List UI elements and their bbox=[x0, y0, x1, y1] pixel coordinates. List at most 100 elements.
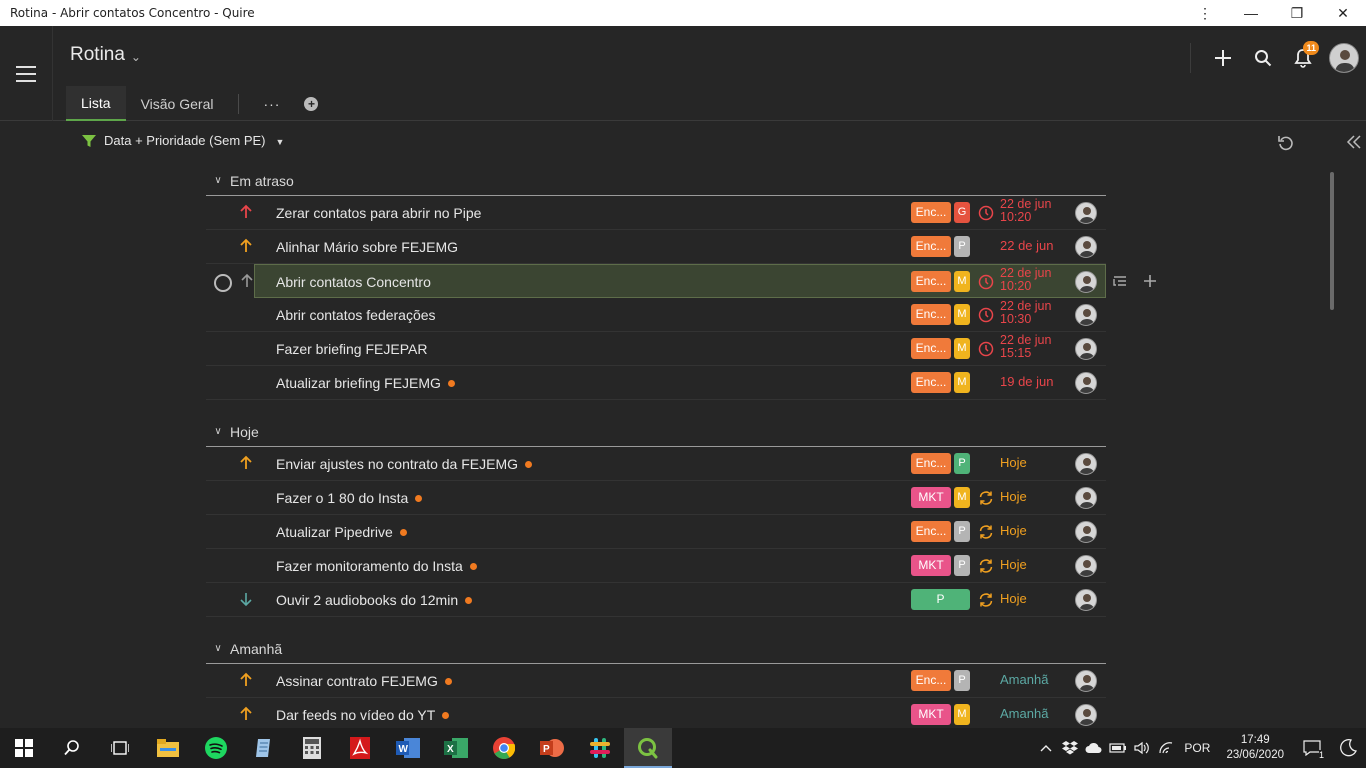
acrobat-icon[interactable] bbox=[336, 728, 384, 768]
priority-arrow-up-icon[interactable] bbox=[238, 204, 254, 220]
section-header-em-atraso[interactable]: ∨ Em atraso bbox=[206, 166, 1106, 196]
scrollbar-thumb[interactable] bbox=[1330, 172, 1334, 310]
task-row[interactable]: Abrir contatos federações Enc... M 22 de j… bbox=[206, 298, 1106, 332]
chevron-up-icon[interactable] bbox=[1034, 744, 1058, 752]
tag-badge[interactable]: P bbox=[954, 670, 970, 691]
due-date[interactable]: 22 de jun bbox=[1000, 239, 1054, 252]
priority-arrow-up-icon[interactable] bbox=[238, 672, 254, 688]
task-row[interactable]: Zerar contatos para abrir no Pipe Enc... G… bbox=[206, 196, 1106, 230]
task-name[interactable]: Fazer o 1 80 do Insta bbox=[276, 490, 423, 506]
section-header-amanha[interactable]: ∨ Amanhã bbox=[206, 634, 1106, 664]
assignee-avatar[interactable] bbox=[1075, 372, 1097, 394]
tag-badge[interactable]: G bbox=[954, 202, 970, 223]
task-name[interactable]: Dar feeds no vídeo do YT bbox=[276, 707, 450, 723]
task-name[interactable]: Atualizar Pipedrive bbox=[276, 524, 407, 540]
tag-badge[interactable]: Enc... bbox=[911, 521, 951, 542]
onedrive-icon[interactable] bbox=[1082, 742, 1106, 754]
tag-badge[interactable]: P bbox=[954, 521, 970, 542]
close-button[interactable]: ✕ bbox=[1320, 0, 1366, 26]
due-date[interactable]: 22 de jun 10:30 bbox=[1000, 300, 1051, 326]
focus-assist-moon-icon[interactable] bbox=[1330, 739, 1366, 757]
dropbox-icon[interactable] bbox=[1058, 741, 1082, 755]
task-row[interactable]: Abrir contatos Concentro Enc... M 22 de ju… bbox=[241, 264, 1106, 298]
task-row[interactable]: Fazer monitoramento do Insta MKT P Hoje bbox=[206, 549, 1106, 583]
add-subtask-icon[interactable] bbox=[1142, 273, 1158, 289]
tab-more-button[interactable]: ··· bbox=[249, 96, 294, 112]
complete-task-checkbox[interactable] bbox=[214, 274, 232, 292]
restore-button[interactable]: ❐ bbox=[1274, 0, 1320, 26]
minimize-button[interactable]: — bbox=[1228, 0, 1274, 26]
calculator-icon[interactable] bbox=[288, 728, 336, 768]
tag-badge[interactable]: MKT bbox=[911, 704, 951, 725]
notepad-icon[interactable] bbox=[240, 728, 288, 768]
task-row[interactable]: Atualizar briefing FEJEMG Enc... M 19 de j… bbox=[206, 366, 1106, 400]
task-name[interactable]: Abrir contatos federações bbox=[276, 307, 436, 323]
collapse-panel-icon[interactable] bbox=[1346, 134, 1362, 155]
priority-arrow-down-icon[interactable] bbox=[238, 591, 254, 607]
task-row[interactable]: Atualizar Pipedrive Enc... P Hoje bbox=[206, 515, 1106, 549]
assignee-avatar[interactable] bbox=[1075, 704, 1097, 726]
task-row[interactable]: Enviar ajustes no contrato da FEJEMG Enc.… bbox=[206, 447, 1106, 481]
task-name[interactable]: Atualizar briefing FEJEMG bbox=[276, 375, 455, 391]
start-icon[interactable] bbox=[0, 728, 48, 768]
chevron-down-icon[interactable]: ∨ bbox=[206, 643, 230, 654]
priority-arrow-up-icon[interactable] bbox=[238, 706, 254, 722]
notification-bell-icon[interactable]: 11 bbox=[1283, 40, 1323, 76]
tag-badge[interactable]: Enc... bbox=[911, 271, 951, 292]
priority-arrow-up-icon[interactable] bbox=[238, 455, 254, 471]
task-name[interactable]: Zerar contatos para abrir no Pipe bbox=[276, 205, 481, 221]
priority-arrow-up-icon[interactable] bbox=[239, 273, 255, 289]
tab-visao-geral[interactable]: Visão Geral bbox=[126, 86, 229, 121]
tag-badge[interactable]: Enc... bbox=[911, 338, 951, 359]
task-name[interactable]: Ouvir 2 audiobooks do 12min bbox=[276, 592, 473, 608]
assignee-avatar[interactable] bbox=[1075, 521, 1097, 543]
due-date[interactable]: Hoje bbox=[1000, 456, 1027, 469]
task-row[interactable]: Fazer briefing FEJEPAR Enc... M 22 de jun … bbox=[206, 332, 1106, 366]
tag-badge[interactable]: MKT bbox=[911, 487, 951, 508]
due-date[interactable]: Amanhã bbox=[1000, 673, 1048, 686]
assignee-avatar[interactable] bbox=[1075, 236, 1097, 258]
excel-icon[interactable]: X bbox=[432, 728, 480, 768]
due-date[interactable]: Hoje bbox=[1000, 592, 1027, 605]
due-date[interactable]: 19 de jun bbox=[1000, 375, 1054, 388]
tag-badge[interactable]: Enc... bbox=[911, 670, 951, 691]
add-icon[interactable] bbox=[1203, 40, 1243, 76]
project-title[interactable]: Rotina ⌄ bbox=[70, 44, 141, 66]
action-center-icon[interactable]: 1 bbox=[1294, 740, 1330, 760]
word-icon[interactable]: W bbox=[384, 728, 432, 768]
spotify-icon[interactable] bbox=[192, 728, 240, 768]
search-icon[interactable] bbox=[48, 728, 96, 768]
section-header-hoje[interactable]: ∨ Hoje bbox=[206, 417, 1106, 447]
tag-badge[interactable]: M bbox=[954, 304, 970, 325]
assignee-avatar[interactable] bbox=[1075, 670, 1097, 692]
file-explorer-icon[interactable] bbox=[144, 728, 192, 768]
task-view-icon[interactable] bbox=[96, 728, 144, 768]
assignee-avatar[interactable] bbox=[1075, 304, 1097, 326]
task-row[interactable]: Assinar contrato FEJEMG Enc... P Amanhã bbox=[206, 664, 1106, 698]
more-options-icon[interactable]: ⋮ bbox=[1182, 0, 1228, 26]
tag-badge[interactable]: MKT bbox=[911, 555, 951, 576]
chevron-down-icon[interactable]: ∨ bbox=[206, 426, 230, 437]
tag-badge[interactable]: P bbox=[911, 589, 970, 610]
tag-badge[interactable]: Enc... bbox=[911, 453, 951, 474]
clock[interactable]: 17:49 23/06/2020 bbox=[1226, 733, 1284, 763]
tag-badge[interactable]: Enc... bbox=[911, 236, 951, 257]
due-date[interactable]: Hoje bbox=[1000, 524, 1027, 537]
task-name[interactable]: Assinar contrato FEJEMG bbox=[276, 673, 452, 689]
tag-badge[interactable]: M bbox=[954, 338, 970, 359]
tag-badge[interactable]: M bbox=[954, 372, 970, 393]
slack-icon[interactable] bbox=[576, 728, 624, 768]
due-date[interactable]: 22 de jun 10:20 bbox=[1000, 198, 1051, 224]
chevron-down-icon[interactable]: ∨ bbox=[206, 175, 230, 186]
menu-icon[interactable] bbox=[16, 66, 36, 82]
task-row[interactable]: Dar feeds no vídeo do YT MKT M Amanhã bbox=[206, 698, 1106, 732]
tag-badge[interactable]: P bbox=[954, 453, 970, 474]
add-view-icon[interactable]: + bbox=[304, 96, 319, 111]
tag-badge[interactable]: P bbox=[954, 236, 970, 257]
assignee-avatar[interactable] bbox=[1075, 338, 1097, 360]
task-row[interactable]: Alinhar Mário sobre FEJEMG Enc... P 22 de … bbox=[206, 230, 1106, 264]
caret-down-icon[interactable]: ▼ bbox=[275, 137, 284, 147]
task-name[interactable]: Enviar ajustes no contrato da FEJEMG bbox=[276, 456, 532, 472]
tag-badge[interactable]: Enc... bbox=[911, 202, 951, 223]
assignee-avatar[interactable] bbox=[1075, 589, 1097, 611]
